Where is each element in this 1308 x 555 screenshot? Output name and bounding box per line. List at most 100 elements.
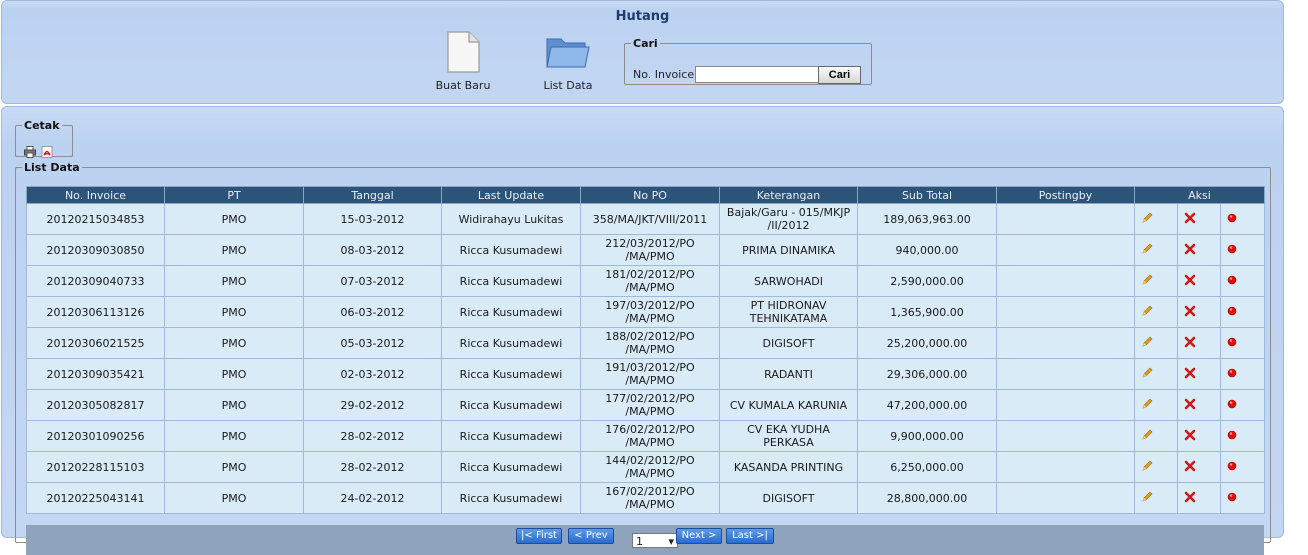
cell-po-line: /MA/PMO <box>625 250 675 263</box>
edit-icon[interactable] <box>1141 336 1153 351</box>
cell-invoice: 20120225043141 <box>26 482 165 514</box>
cell-last-update: Ricca Kusumadewi <box>441 358 581 390</box>
table-row: 20120309035421 PMO 02-03-2012 Ricca Kusumad… <box>26 358 1266 390</box>
edit-icon[interactable] <box>1141 429 1153 444</box>
cell-action <box>1219 482 1266 514</box>
cell-subtotal: 2,590,000.00 <box>857 265 997 297</box>
cell-last-update: Ricca Kusumadewi <box>441 451 581 483</box>
posting-icon[interactable] <box>1227 337 1237 350</box>
list-data-button[interactable]: List Data <box>533 31 603 92</box>
table-body: 20120215034853 PMO 15-03-2012 Widirahayu Lu… <box>26 203 1266 514</box>
last-page-button[interactable]: Last >| <box>726 528 774 544</box>
print-legend: Cetak <box>24 119 60 132</box>
posting-icon[interactable] <box>1227 399 1237 412</box>
edit-icon[interactable] <box>1141 212 1153 227</box>
cell-action <box>1177 451 1221 483</box>
edit-icon[interactable] <box>1141 274 1153 289</box>
prev-page-button[interactable]: < Prev <box>568 528 614 544</box>
cell-action <box>1134 203 1178 235</box>
cell-subtotal: 1,365,900.00 <box>857 296 997 328</box>
table-row: 20120225043141 PMO 24-02-2012 Ricca Kusumad… <box>26 482 1266 514</box>
cell-action <box>1219 420 1266 452</box>
cell-tanggal: 28-02-2012 <box>303 451 442 483</box>
delete-icon[interactable] <box>1184 243 1196 258</box>
cell-action <box>1219 358 1266 390</box>
cell-subtotal: 28,800,000.00 <box>857 482 997 514</box>
cell-po: 191/03/2012/PO/MA/PMO <box>580 358 720 390</box>
cell-action <box>1219 451 1266 483</box>
cell-action <box>1134 296 1178 328</box>
first-page-button[interactable]: |< First <box>516 528 562 544</box>
cell-invoice: 20120309030850 <box>26 234 165 266</box>
delete-icon[interactable] <box>1184 367 1196 382</box>
cell-invoice: 20120309035421 <box>26 358 165 390</box>
col-header: No PO <box>580 186 720 204</box>
edit-icon[interactable] <box>1141 398 1153 413</box>
edit-icon[interactable] <box>1141 460 1153 475</box>
cell-po-line: 144/02/2012/PO <box>605 454 695 467</box>
cell-invoice: 20120301090256 <box>26 420 165 452</box>
cell-po: 358/MA/JKT/VIII/2011 <box>580 203 720 235</box>
list-panel: Cetak List Data No. Invoice PT Tanggal L… <box>1 106 1284 555</box>
posting-icon[interactable] <box>1227 430 1237 443</box>
cell-action <box>1134 420 1178 452</box>
cell-subtotal: 189,063,963.00 <box>857 203 997 235</box>
next-page-button[interactable]: Next > <box>676 528 722 544</box>
delete-icon[interactable] <box>1184 429 1196 444</box>
invoice-label: No. Invoice <box>633 68 695 81</box>
edit-icon[interactable] <box>1141 367 1153 382</box>
cell-tanggal: 24-02-2012 <box>303 482 442 514</box>
cell-action <box>1177 389 1221 421</box>
cell-subtotal: 25,200,000.00 <box>857 327 997 359</box>
cell-tanggal: 28-02-2012 <box>303 420 442 452</box>
posting-icon[interactable] <box>1227 244 1237 257</box>
posting-icon[interactable] <box>1227 492 1237 505</box>
new-button[interactable]: Buat Baru <box>428 31 498 92</box>
delete-icon[interactable] <box>1184 491 1196 506</box>
cell-invoice: 20120309040733 <box>26 265 165 297</box>
delete-icon[interactable] <box>1184 274 1196 289</box>
printer-icon[interactable] <box>24 146 36 158</box>
page-title: Hutang <box>615 9 670 24</box>
edit-icon[interactable] <box>1141 491 1153 506</box>
delete-icon[interactable] <box>1184 212 1196 227</box>
posting-icon[interactable] <box>1227 461 1237 474</box>
cell-last-update: Ricca Kusumadewi <box>441 389 581 421</box>
delete-icon[interactable] <box>1184 460 1196 475</box>
cell-ket: PRIMA DINAMIKA <box>719 234 858 266</box>
cell-pt: PMO <box>164 265 304 297</box>
posting-icon[interactable] <box>1227 275 1237 288</box>
table-row: 20120306113126 PMO 06-03-2012 Ricca Kusumad… <box>26 296 1266 328</box>
cell-postingby <box>996 234 1135 266</box>
cell-action <box>1219 234 1266 266</box>
cell-postingby <box>996 420 1135 452</box>
table-row: 20120301090256 PMO 28-02-2012 Ricca Kusumad… <box>26 420 1266 452</box>
invoice-search-input[interactable] <box>695 66 819 83</box>
table-row: 20120309040733 PMO 07-03-2012 Ricca Kusumad… <box>26 265 1266 297</box>
cell-ket: CV KUMALA KARUNIA <box>719 389 858 421</box>
delete-icon[interactable] <box>1184 305 1196 320</box>
delete-icon[interactable] <box>1184 398 1196 413</box>
search-button[interactable]: Cari <box>818 66 861 84</box>
cell-pt: PMO <box>164 482 304 514</box>
cell-tanggal: 05-03-2012 <box>303 327 442 359</box>
edit-icon[interactable] <box>1141 243 1153 258</box>
cell-ket-line: KASANDA PRINTING <box>733 460 844 474</box>
cell-po-line: 197/03/2012/PO <box>605 299 695 312</box>
print-box: Cetak <box>15 119 73 158</box>
cell-ket-line: DIGISOFT <box>762 491 815 505</box>
cell-action <box>1177 482 1221 514</box>
posting-icon[interactable] <box>1227 368 1237 381</box>
cell-ket: SARWOHADI <box>719 265 858 297</box>
cell-po-line: 191/03/2012/PO <box>605 361 695 374</box>
pdf-icon[interactable] <box>41 146 53 158</box>
delete-icon[interactable] <box>1184 336 1196 351</box>
edit-icon[interactable] <box>1141 305 1153 320</box>
cell-action <box>1134 482 1178 514</box>
posting-icon[interactable] <box>1227 306 1237 319</box>
cell-last-update: Ricca Kusumadewi <box>441 482 581 514</box>
cell-po: 177/02/2012/PO/MA/PMO <box>580 389 720 421</box>
page-select[interactable]: 1 ▾ <box>632 533 678 548</box>
posting-icon[interactable] <box>1227 213 1237 226</box>
cell-last-update: Widirahayu Lukitas <box>441 203 581 235</box>
